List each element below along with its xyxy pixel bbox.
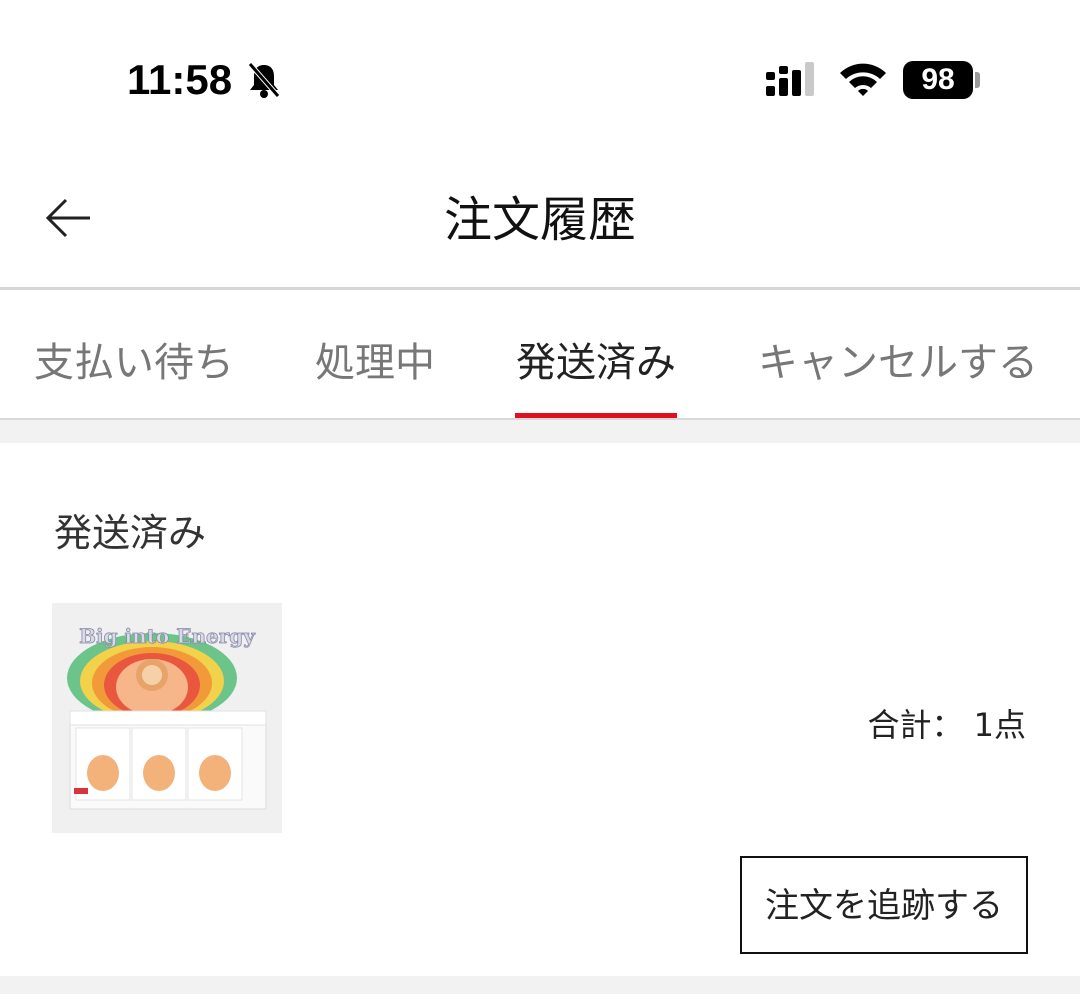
wifi-icon (840, 63, 886, 96)
tab-processing[interactable]: 処理中 (315, 290, 435, 418)
product-image-logo: Big into Energy (79, 624, 256, 648)
order-total: 合計： 1点 (867, 706, 1026, 744)
arrow-left-icon[interactable] (44, 196, 92, 240)
tab-awaiting-payment[interactable]: 支払い待ち (34, 290, 234, 418)
track-order-button[interactable]: 注文を追跡する (740, 856, 1028, 954)
tab-shipped[interactable]: 発送済み (516, 290, 676, 418)
status-time: 11:58 (127, 56, 233, 103)
order-status-tabs: 支払い待ち 処理中 発送済み キャンセルする (0, 290, 1080, 418)
section-separator (0, 420, 1080, 443)
bell-slash-icon (248, 62, 280, 98)
tab-cancelled[interactable]: キャンセルする (758, 290, 1038, 418)
status-bar: 11:58 98 (0, 0, 1080, 150)
battery-icon: 98 (903, 61, 973, 99)
cellular-signal-icon (766, 62, 814, 96)
order-status-label: 発送済み (54, 511, 207, 555)
app-header: 注文履歴 (0, 150, 1080, 288)
bottom-separator (0, 976, 1080, 994)
page-title: 注文履歴 (443, 192, 636, 248)
battery-nub (975, 72, 980, 88)
product-image[interactable]: Big into Energy (52, 603, 282, 833)
